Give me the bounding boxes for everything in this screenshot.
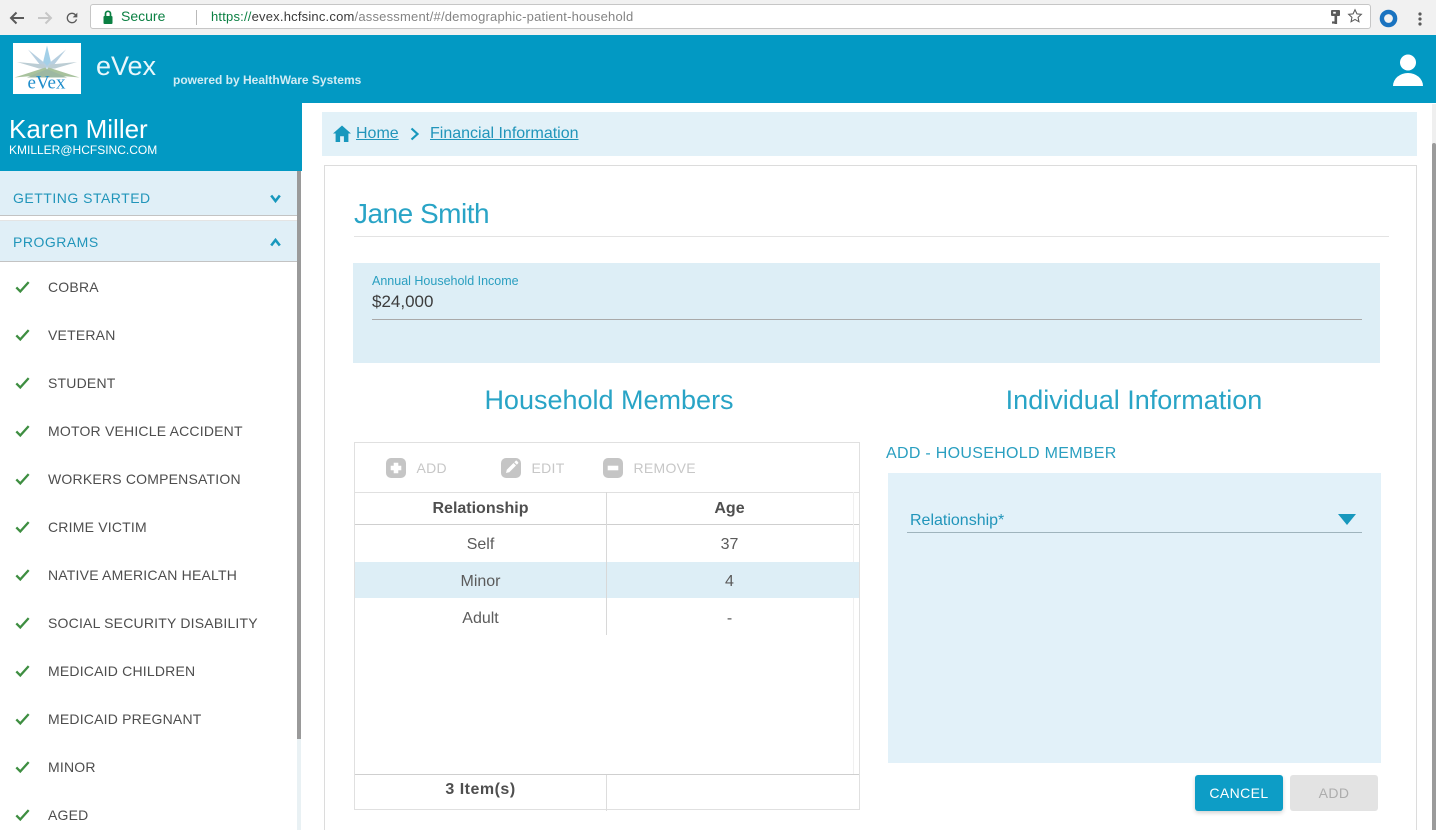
svg-text:eVex: eVex: [28, 73, 66, 94]
